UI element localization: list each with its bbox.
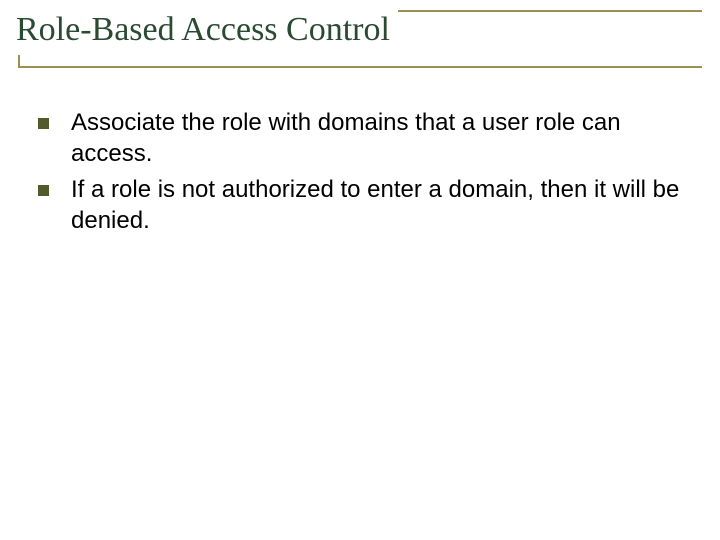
square-bullet-icon bbox=[38, 185, 49, 196]
bullet-text: If a role is not authorized to enter a d… bbox=[71, 175, 684, 236]
title-rule-bottom bbox=[18, 66, 702, 68]
slide: Role-Based Access Control Associate the … bbox=[0, 0, 720, 540]
slide-body: Associate the role with domains that a u… bbox=[36, 108, 684, 243]
square-bullet-icon bbox=[38, 118, 49, 129]
list-item: If a role is not authorized to enter a d… bbox=[36, 175, 684, 236]
title-area: Role-Based Access Control bbox=[18, 10, 702, 55]
slide-title: Role-Based Access Control bbox=[16, 6, 398, 55]
bullet-text: Associate the role with domains that a u… bbox=[71, 108, 684, 169]
list-item: Associate the role with domains that a u… bbox=[36, 108, 684, 169]
